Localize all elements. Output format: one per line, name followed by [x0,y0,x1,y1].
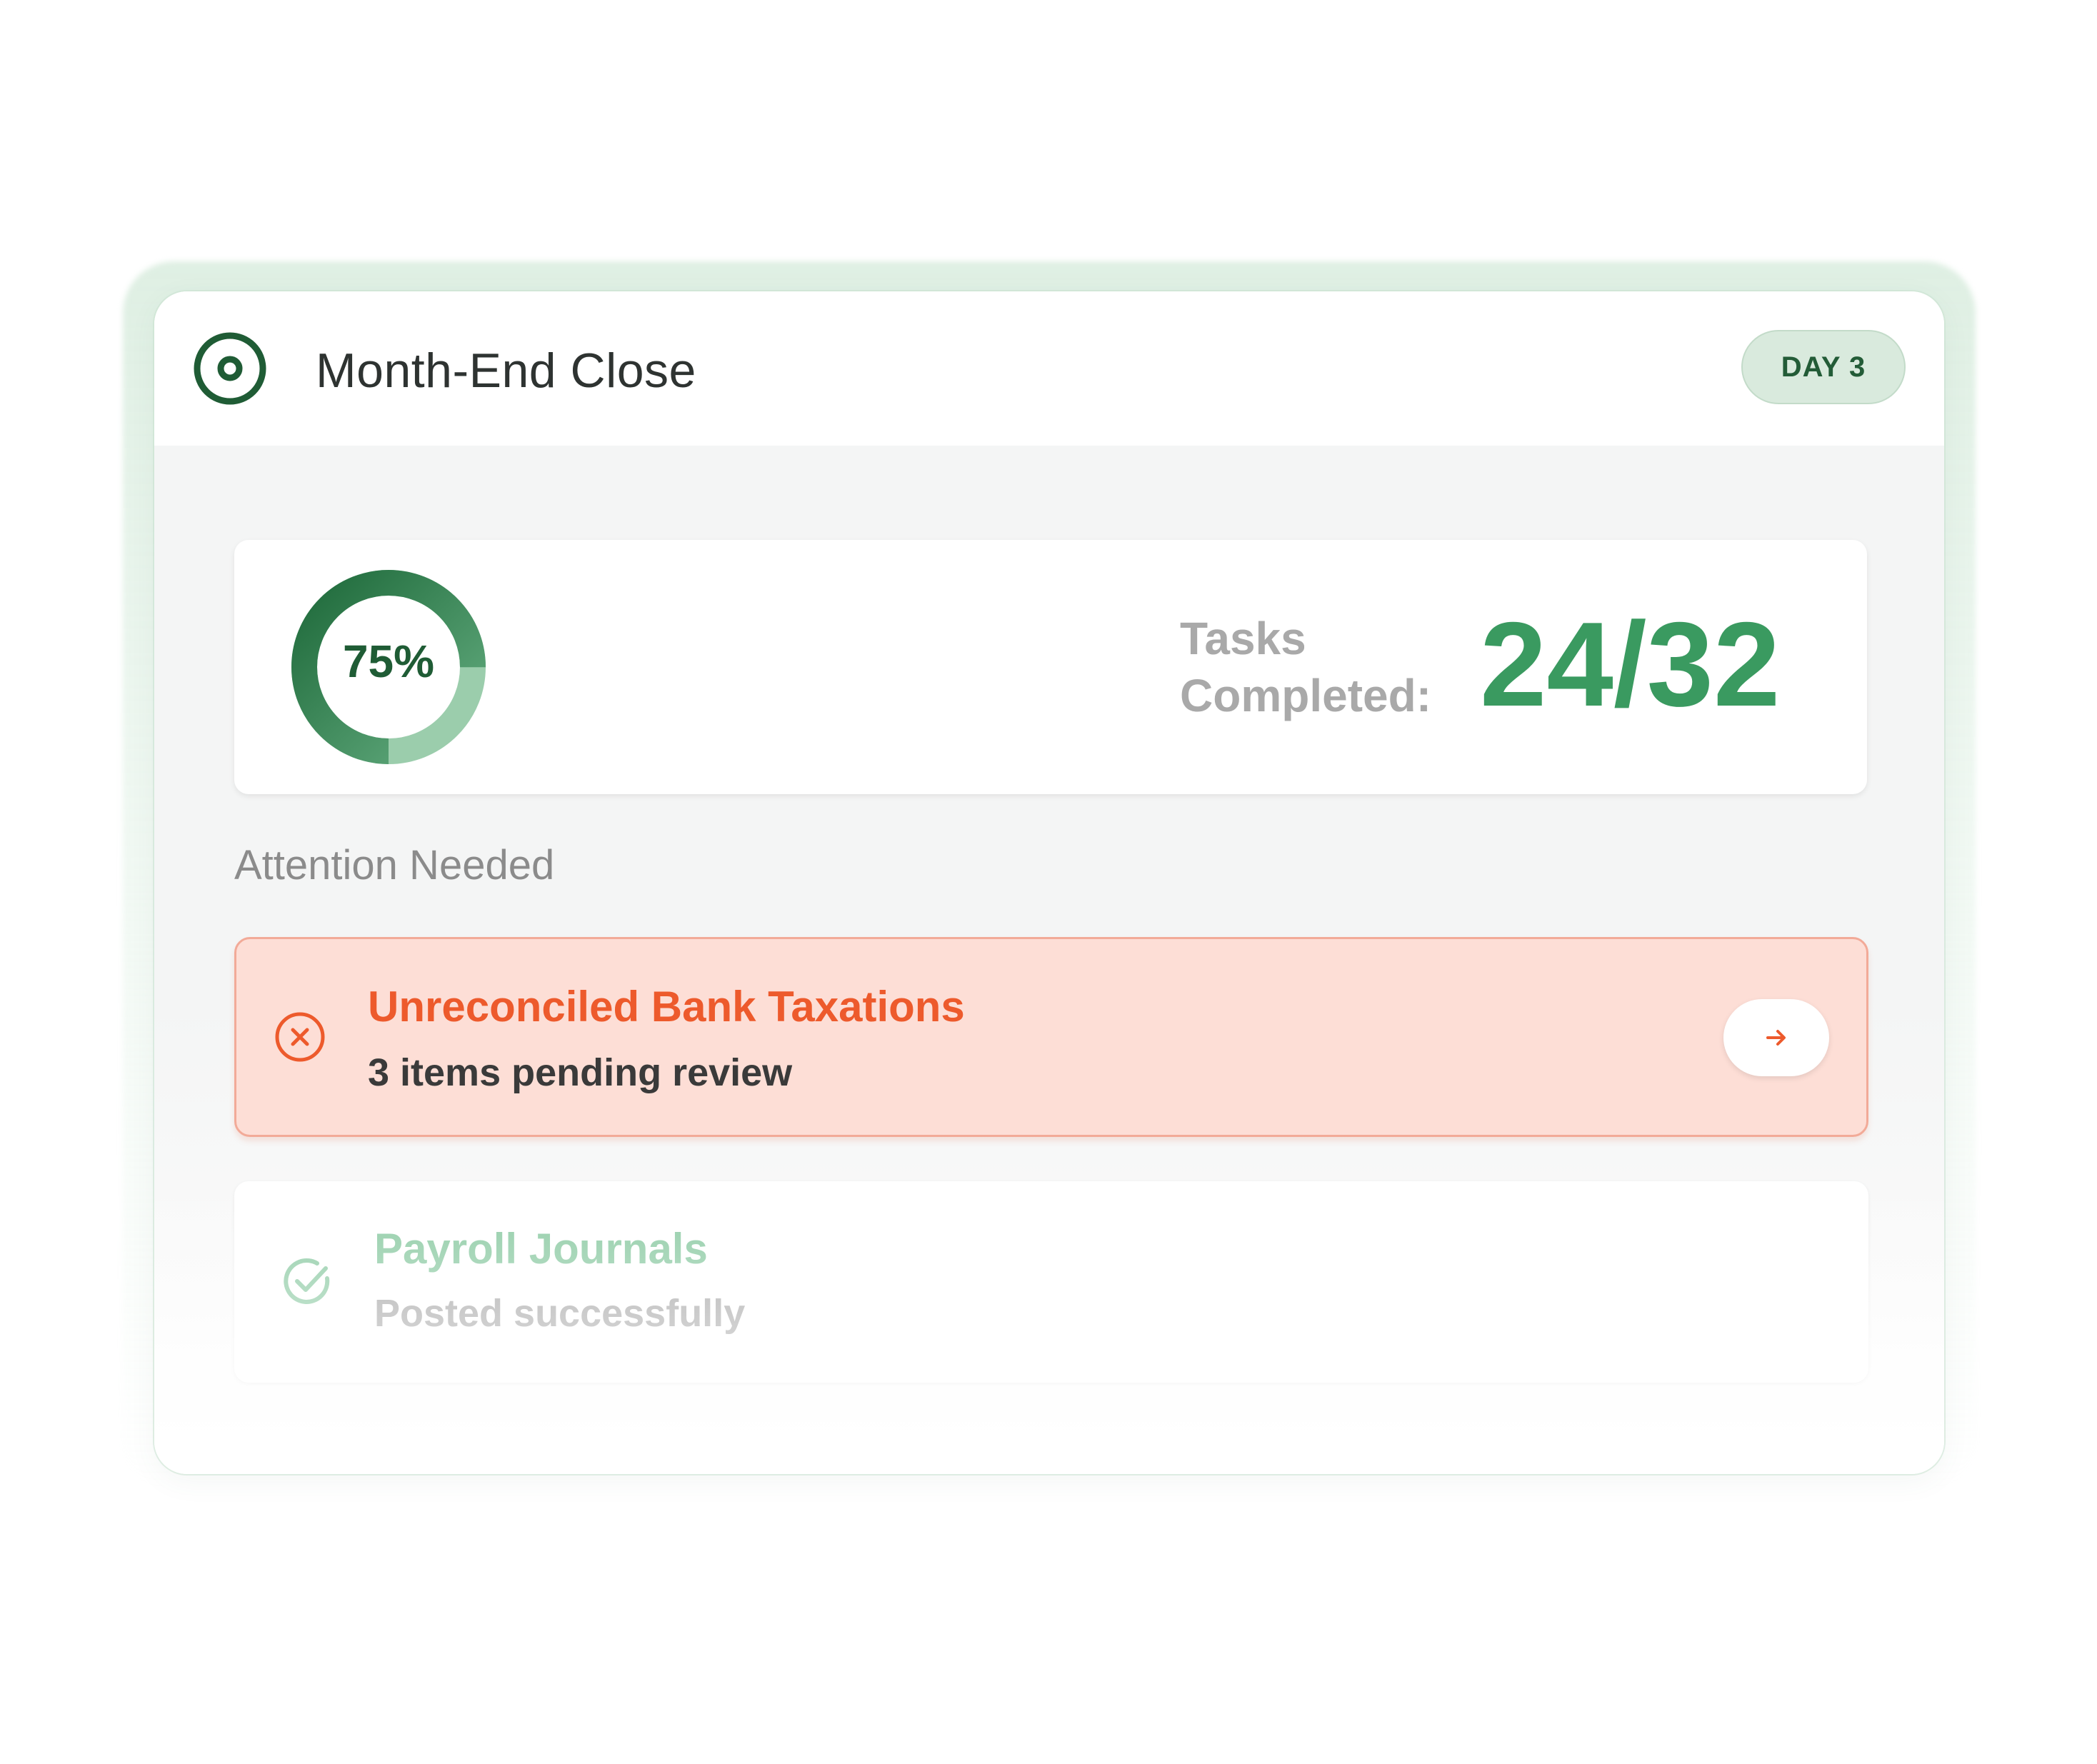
open-item-button[interactable] [1723,999,1829,1076]
attention-item-title: Payroll Journals [374,1225,708,1273]
attention-item-error[interactable]: Unreconciled Bank Taxations 3 items pend… [234,937,1868,1137]
window-header: Month-End Close DAY 3 [154,291,1944,446]
page-title: Month-End Close [316,344,696,398]
arrow-right-icon [1766,1030,1786,1046]
attention-item-subtitle: 3 items pending review [368,1051,793,1094]
attention-item-title: Unreconciled Bank Taxations [368,983,965,1031]
tasks-completed-label: Tasks Completed: [1180,613,1431,721]
tasks-completed-value: 24/32 [1480,597,1781,731]
progress-percent: 75% [342,636,435,687]
progress-card: 75% Tasks Completed: 24/32 [234,540,1867,794]
month-end-close-window: Month-End Close DAY 3 75% Tasks Complete… [154,291,1944,1474]
target-icon [194,332,266,405]
attention-item-subtitle: Posted successfully [374,1292,746,1335]
attention-section-title: Attention Needed [234,842,555,888]
day-badge: DAY 3 [1741,330,1906,404]
check-circle-icon [284,1258,330,1304]
attention-item-success[interactable]: Payroll Journals Posted successfully [234,1181,1868,1383]
x-circle-icon [275,1012,325,1062]
